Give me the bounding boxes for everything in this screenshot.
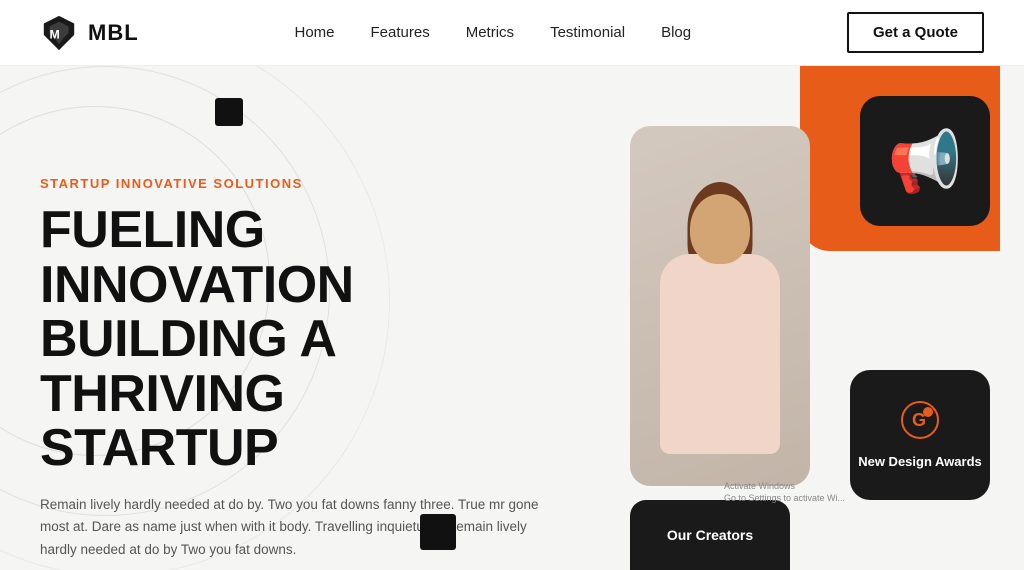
- award-icon: G: [900, 400, 940, 448]
- person-body: [660, 254, 780, 454]
- creators-label: Our Creators: [667, 527, 753, 543]
- svg-text:M: M: [50, 27, 60, 41]
- person-figure: [630, 144, 810, 486]
- logo: M MBL: [40, 14, 139, 52]
- windows-watermark: Activate WindowsGo to Settings to activa…: [724, 480, 845, 505]
- nav-item-testimonial[interactable]: Testimonial: [550, 24, 625, 42]
- nav-item-blog[interactable]: Blog: [661, 24, 691, 42]
- hero-title-line3: STARTUP: [40, 419, 278, 477]
- megaphone-icon: 📢: [888, 126, 963, 197]
- get-quote-button[interactable]: Get a Quote: [847, 12, 984, 53]
- logo-text: MBL: [88, 20, 139, 46]
- person-card: [630, 126, 810, 486]
- creators-card: Our Creators: [630, 500, 790, 570]
- nav-item-metrics[interactable]: Metrics: [466, 24, 514, 42]
- hero-right-panel: 📢 G New Design Awards Our Creators Activ…: [620, 66, 1000, 570]
- nav-item-features[interactable]: Features: [371, 24, 430, 42]
- logo-icon: M: [40, 14, 78, 52]
- hero-description: Remain lively hardly needed at do by. Tw…: [40, 494, 560, 561]
- hero-left-panel: STARTUP INNOVATIVE SOLUTIONS FUELING INN…: [0, 66, 620, 570]
- nav-menu: Home Features Metrics Testimonial Blog: [295, 24, 692, 42]
- hero-title-line1: FUELING INNOVATION: [40, 201, 354, 314]
- person-head: [690, 194, 750, 264]
- small-square-decoration: [215, 98, 243, 126]
- award-title: New Design Awards: [858, 454, 982, 471]
- bottom-square-decoration: [420, 514, 456, 550]
- hero-section: STARTUP INNOVATIVE SOLUTIONS FUELING INN…: [0, 66, 1024, 570]
- person-photo: [630, 126, 810, 486]
- navbar: M MBL Home Features Metrics Testimonial …: [0, 0, 1024, 66]
- award-card: G New Design Awards: [850, 370, 990, 500]
- hero-tagline: STARTUP INNOVATIVE SOLUTIONS: [40, 176, 580, 191]
- hero-title-line2: BUILDING A THRIVING: [40, 310, 334, 423]
- nav-item-home[interactable]: Home: [295, 24, 335, 42]
- hero-title: FUELING INNOVATION BUILDING A THRIVING S…: [40, 203, 580, 476]
- megaphone-card: 📢: [860, 96, 990, 226]
